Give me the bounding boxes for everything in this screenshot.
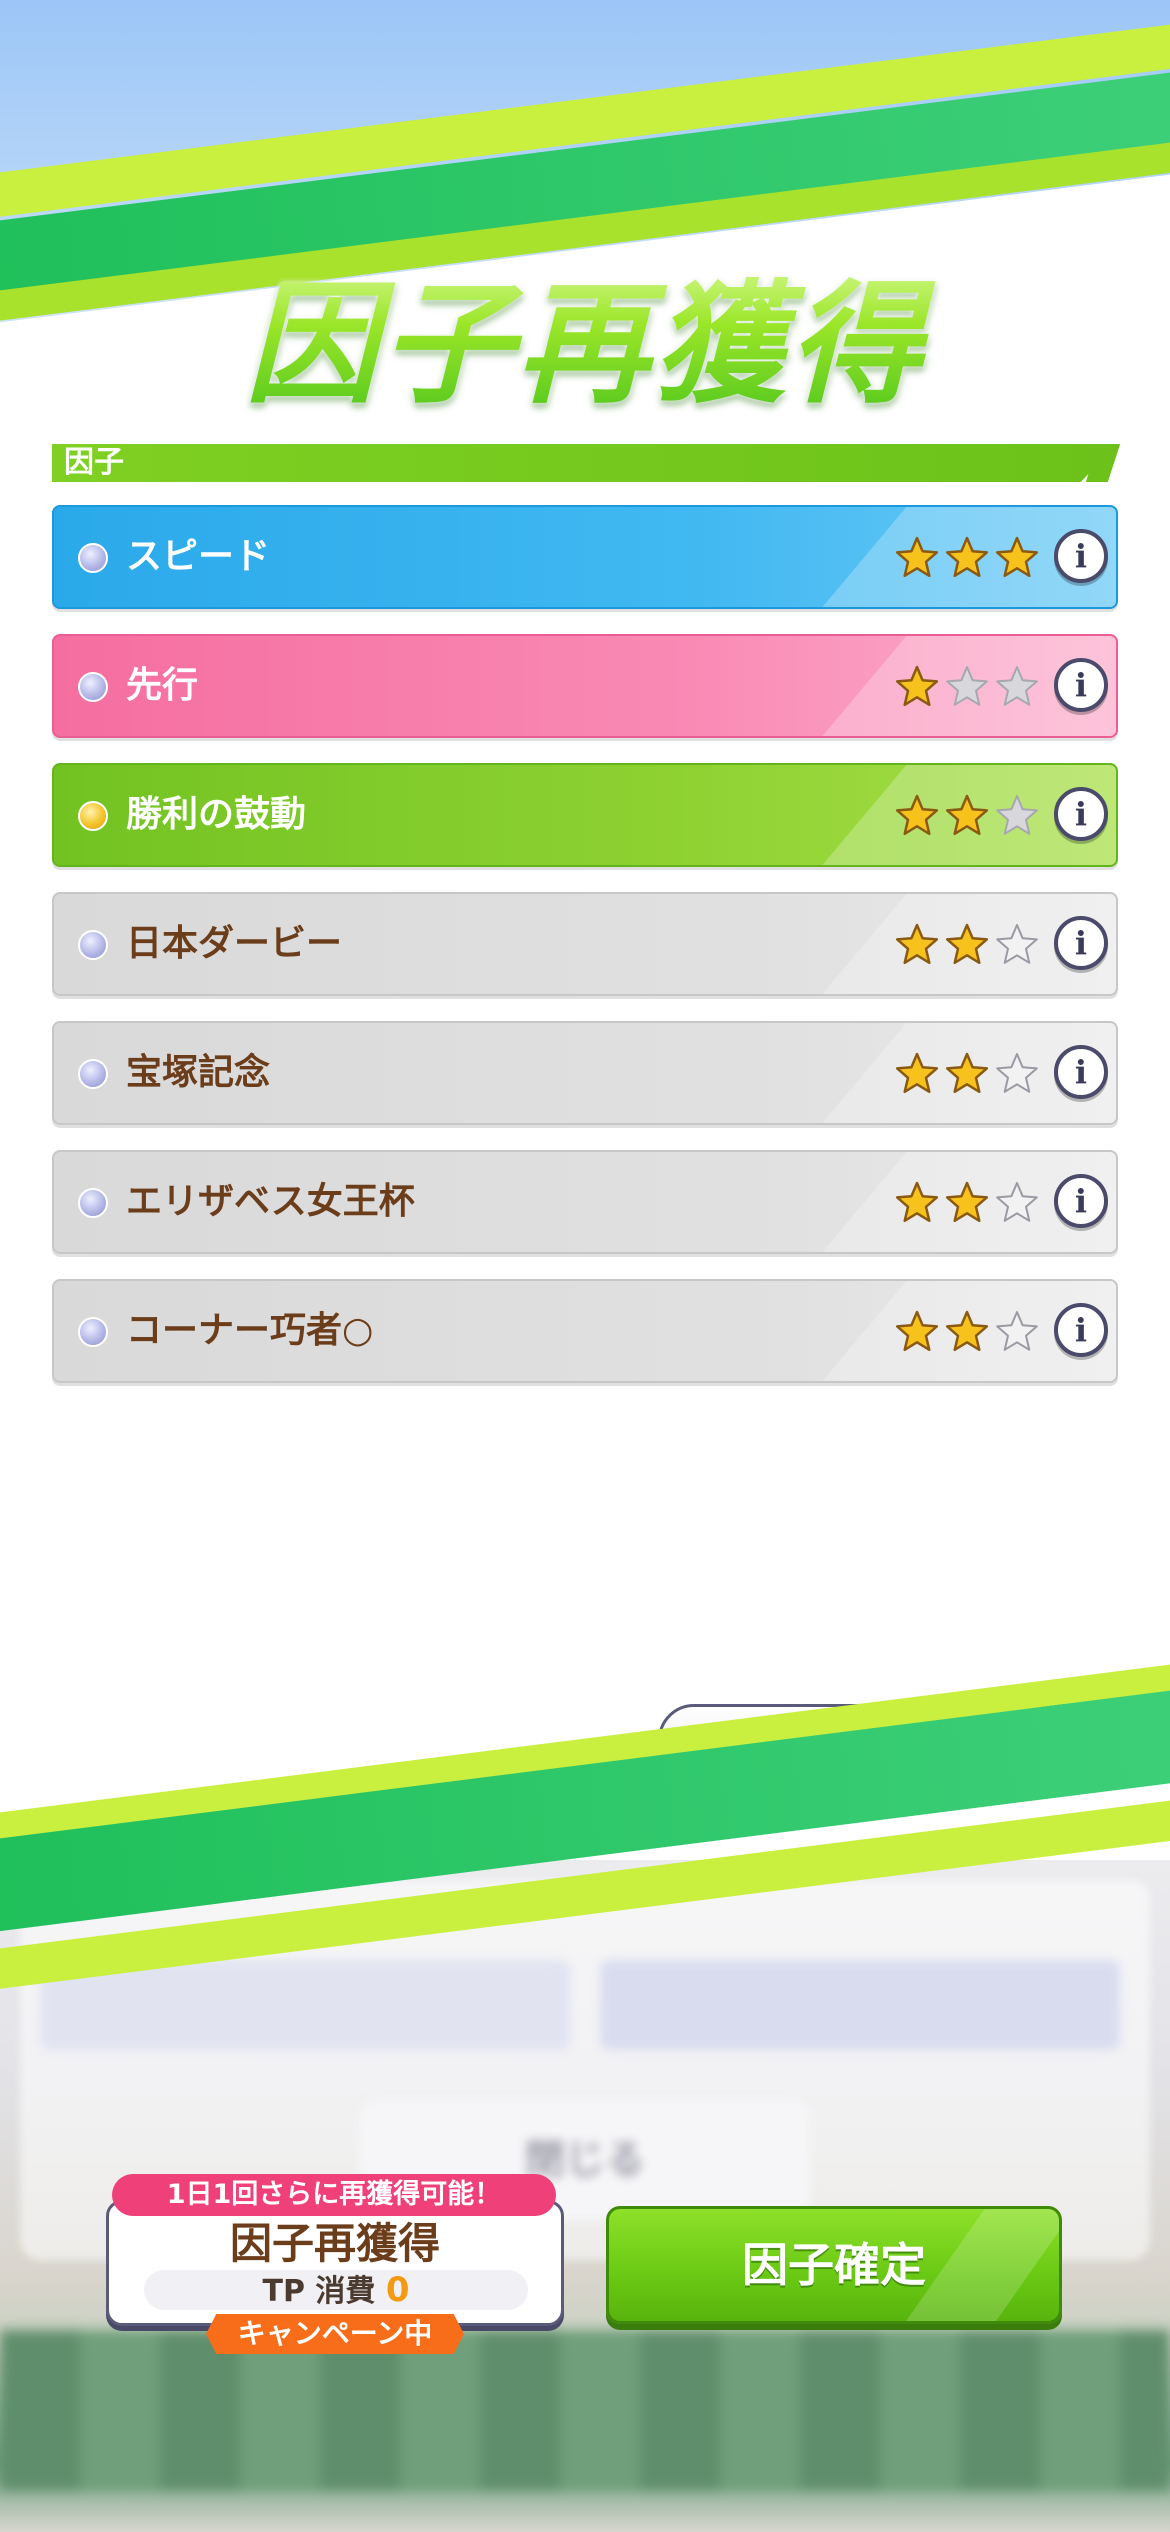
factor-name: コーナー巧者○ <box>126 1310 374 1351</box>
star-filled-icon <box>945 794 989 836</box>
factor-dot <box>78 1317 108 1347</box>
factor-name: 先行 <box>126 665 199 706</box>
factor-dot <box>78 801 108 831</box>
star-empty-icon <box>996 1182 1038 1222</box>
section-header-factors: 因子 <box>52 444 1118 482</box>
info-icon[interactable]: i <box>1054 1303 1108 1357</box>
factor-row[interactable]: エリザベス女王杯 i <box>52 1150 1118 1254</box>
star-filled-icon <box>895 536 939 578</box>
star-empty-icon <box>996 1311 1038 1351</box>
factor-name: エリザベス女王杯 <box>126 1181 415 1222</box>
campaign-badge: キャンペーン中 <box>206 2314 464 2354</box>
factor-stars <box>894 1051 1040 1097</box>
star-filled-icon <box>945 1052 989 1094</box>
star-filled-icon <box>895 1181 939 1223</box>
background-turf <box>0 2330 1170 2490</box>
factor-name: 宝塚記念 <box>126 1052 271 1093</box>
tp-cost-value: 0 <box>385 2270 410 2310</box>
factor-stars <box>894 793 1040 839</box>
factor-stars <box>894 664 1040 710</box>
star-filled-icon <box>945 1310 989 1352</box>
star-filled-icon <box>945 923 989 965</box>
star-empty-icon <box>996 1053 1038 1093</box>
star-filled-icon <box>895 923 939 965</box>
factor-name: スピード <box>126 536 271 577</box>
info-icon[interactable]: i <box>1054 787 1108 841</box>
info-icon[interactable]: i <box>1054 916 1108 970</box>
tp-cost-label: TP 消費 <box>262 2274 376 2309</box>
factor-dot <box>78 543 108 573</box>
factor-row[interactable]: 勝利の鼓動 i <box>52 763 1118 867</box>
star-filled-icon <box>995 536 1039 578</box>
factor-row[interactable]: 宝塚記念 i <box>52 1021 1118 1125</box>
star-empty-icon <box>946 666 988 706</box>
factor-name: 日本ダービー <box>126 923 343 964</box>
factor-stars <box>894 1309 1040 1355</box>
reacquire-title: 因子再獲得 <box>229 2219 440 2268</box>
star-filled-icon <box>945 1181 989 1223</box>
tp-cost: TP 消費 0 <box>144 2270 528 2310</box>
star-filled-icon <box>895 665 939 707</box>
factor-dot <box>78 672 108 702</box>
star-empty-icon <box>996 795 1038 835</box>
factor-dot <box>78 1188 108 1218</box>
info-icon[interactable]: i <box>1054 1174 1108 1228</box>
factor-stars <box>894 1180 1040 1226</box>
star-filled-icon <box>895 794 939 836</box>
factor-row[interactable]: コーナー巧者○ i <box>52 1279 1118 1383</box>
star-empty-icon <box>996 666 1038 706</box>
factor-dot <box>78 930 108 960</box>
factor-row[interactable]: 先行 i <box>52 634 1118 738</box>
factor-dot <box>78 1059 108 1089</box>
factor-stars <box>894 922 1040 968</box>
confirm-factor-label: 因子確定 <box>742 2238 926 2292</box>
info-icon[interactable]: i <box>1054 1045 1108 1099</box>
info-icon[interactable]: i <box>1054 529 1108 583</box>
star-filled-icon <box>895 1310 939 1352</box>
star-empty-icon <box>996 924 1038 964</box>
confirm-factor-button[interactable]: 因子確定 <box>606 2206 1062 2324</box>
background-box-right <box>600 1960 1120 2050</box>
star-filled-icon <box>945 536 989 578</box>
page-title: 因子再獲得 <box>0 238 1170 429</box>
info-icon[interactable]: i <box>1054 658 1108 712</box>
factor-name: 勝利の鼓動 <box>126 794 307 835</box>
star-filled-icon <box>895 1052 939 1094</box>
factor-stars <box>894 535 1040 581</box>
factor-row[interactable]: 日本ダービー i <box>52 892 1118 996</box>
factor-row[interactable]: スピード i <box>52 505 1118 609</box>
